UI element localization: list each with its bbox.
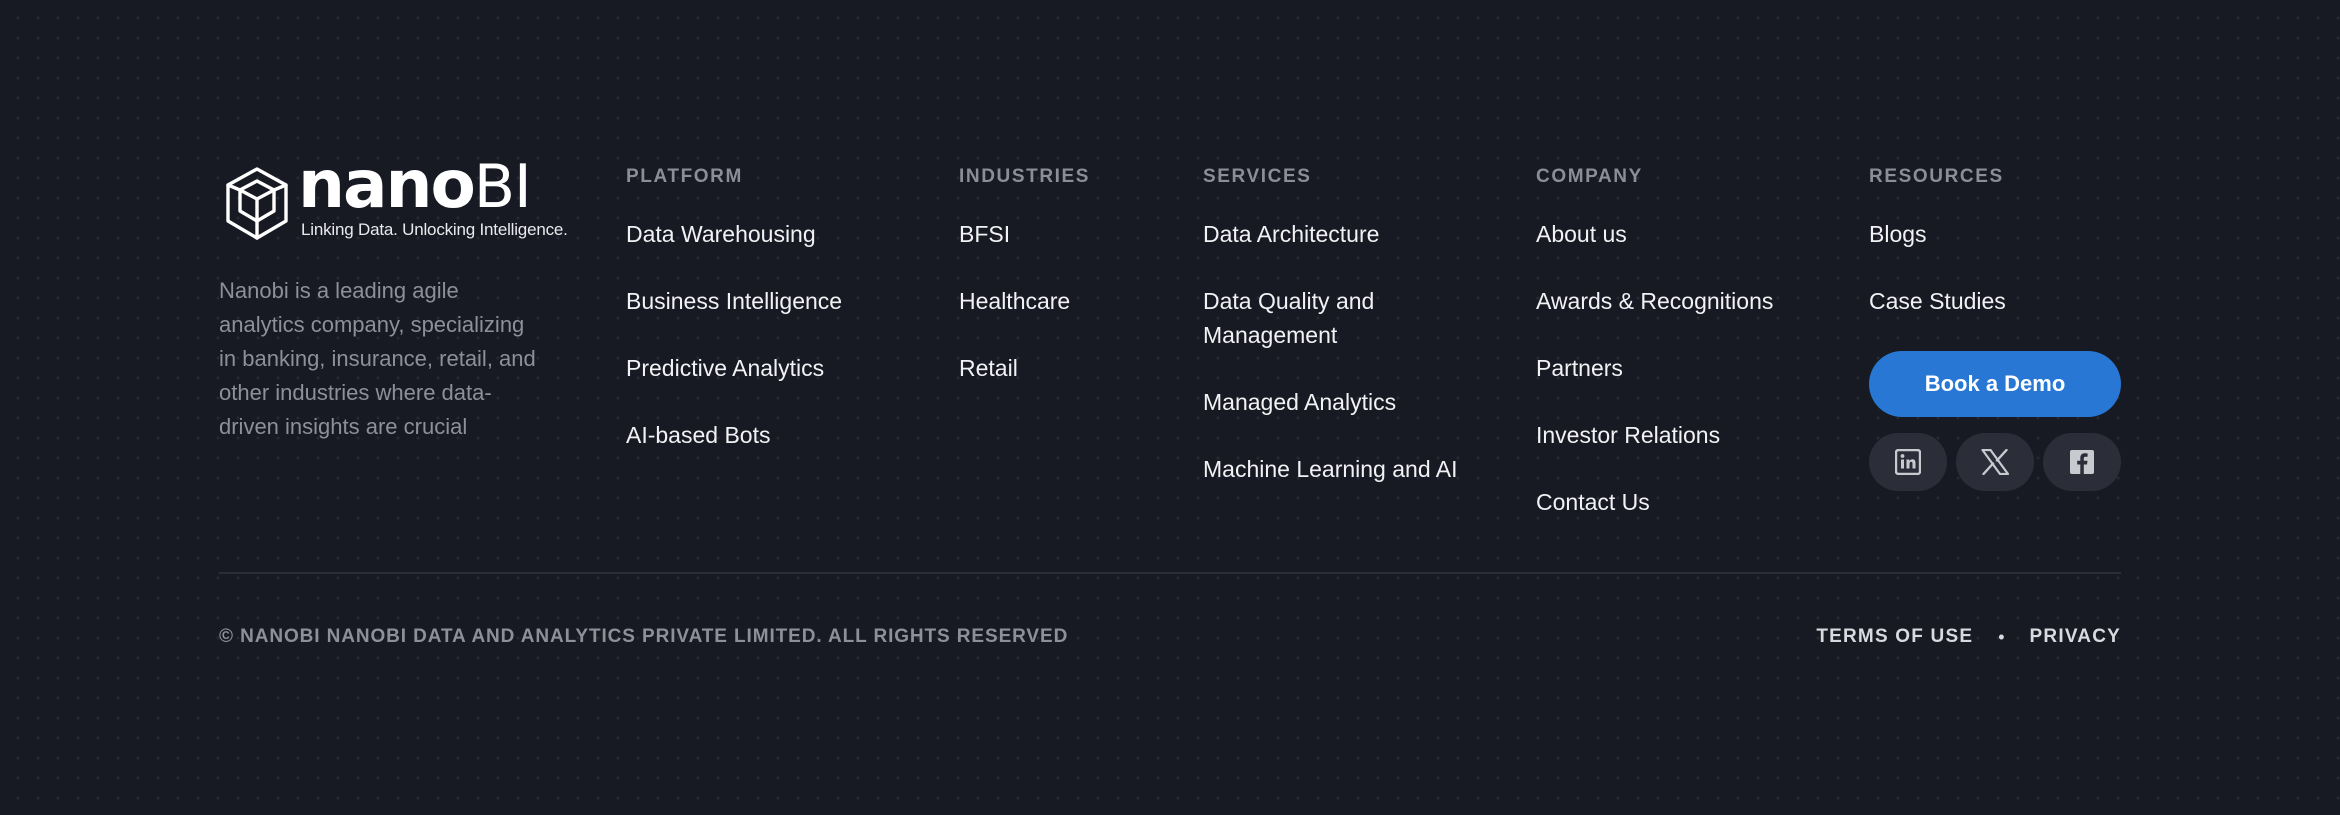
footer-link-data-quality-management[interactable]: Data Quality and Management: [1203, 284, 1493, 352]
footer-link-partners[interactable]: Partners: [1536, 351, 1773, 385]
footer-link-business-intelligence[interactable]: Business Intelligence: [626, 284, 842, 318]
link-list: Blogs Case Studies: [1869, 217, 2121, 318]
linkedin-button[interactable]: [1869, 433, 1947, 491]
footer-link-retail[interactable]: Retail: [959, 351, 1090, 385]
site-footer: nanoBI Linking Data. Unlocking Intellige…: [0, 0, 2340, 815]
logo-tagline: Linking Data. Unlocking Intelligence.: [301, 220, 568, 239]
linkedin-icon: [1895, 449, 1921, 475]
link-list: Data Architecture Data Quality and Manag…: [1203, 217, 1493, 486]
x-twitter-button[interactable]: [1956, 433, 2034, 491]
brand-block: nanoBI Linking Data. Unlocking Intellige…: [219, 152, 568, 466]
cube-network-icon: [226, 167, 288, 240]
brand-description: Nanobi is a leading agile analytics comp…: [219, 278, 536, 439]
column-heading: SERVICES: [1203, 166, 1312, 187]
privacy-link[interactable]: PRIVACY: [2030, 626, 2121, 648]
footer-link-data-architecture[interactable]: Data Architecture: [1203, 217, 1493, 251]
terms-of-use-link[interactable]: TERMS OF USE: [1816, 626, 1973, 648]
footer-link-contact-us[interactable]: Contact Us: [1536, 485, 1773, 519]
column-heading: RESOURCES: [1869, 166, 2004, 187]
facebook-icon: [2070, 450, 2094, 474]
footer-link-awards[interactable]: Awards & Recognitions: [1536, 284, 1773, 318]
footer-link-healthcare[interactable]: Healthcare: [959, 284, 1090, 318]
footer-column-resources: RESOURCES Blogs Case Studies Book a Demo: [1869, 166, 2121, 491]
footer-link-bfsi[interactable]: BFSI: [959, 217, 1090, 251]
footer-column-company: COMPANY About us Awards & Recognitions P…: [1536, 166, 1773, 552]
footer-link-data-warehousing[interactable]: Data Warehousing: [626, 217, 842, 251]
footer-link-about-us[interactable]: About us: [1536, 217, 1773, 251]
footer-column-platform: PLATFORM Data Warehousing Business Intel…: [626, 166, 842, 485]
logo-wordmark: nanoBI: [298, 146, 532, 223]
link-list: BFSI Healthcare Retail: [959, 217, 1090, 385]
footer-column-services: SERVICES Data Architecture Data Quality …: [1203, 166, 1493, 519]
link-list: Data Warehousing Business Intelligence P…: [626, 217, 842, 452]
link-list: About us Awards & Recognitions Partners …: [1536, 217, 1773, 519]
footer-link-machine-learning-ai[interactable]: Machine Learning and AI: [1203, 452, 1493, 486]
copyright-text: © NANOBI NANOBI DATA AND ANALYTICS PRIVA…: [219, 626, 1069, 647]
footer-link-blogs[interactable]: Blogs: [1869, 217, 2121, 251]
column-heading: COMPANY: [1536, 166, 1643, 187]
social-links: [1869, 433, 2121, 491]
column-heading: PLATFORM: [626, 166, 743, 187]
legal-links: TERMS OF USE • PRIVACY: [1816, 626, 2121, 648]
x-twitter-icon: [1981, 449, 2009, 475]
footer-column-industries: INDUSTRIES BFSI Healthcare Retail: [959, 166, 1090, 418]
book-demo-button[interactable]: Book a Demo: [1869, 351, 2121, 417]
footer-link-predictive-analytics[interactable]: Predictive Analytics: [626, 351, 842, 385]
column-heading: INDUSTRIES: [959, 166, 1091, 187]
footer-link-investor-relations[interactable]: Investor Relations: [1536, 418, 1773, 452]
footer-link-managed-analytics[interactable]: Managed Analytics: [1203, 385, 1493, 419]
logo[interactable]: nanoBI Linking Data. Unlocking Intellige…: [219, 152, 568, 242]
footer-link-ai-based-bots[interactable]: AI-based Bots: [626, 418, 842, 452]
footer-divider: [219, 572, 2121, 574]
footer-link-case-studies[interactable]: Case Studies: [1869, 284, 2121, 318]
facebook-button[interactable]: [2043, 433, 2121, 491]
legal-separator: •: [1998, 626, 2005, 647]
